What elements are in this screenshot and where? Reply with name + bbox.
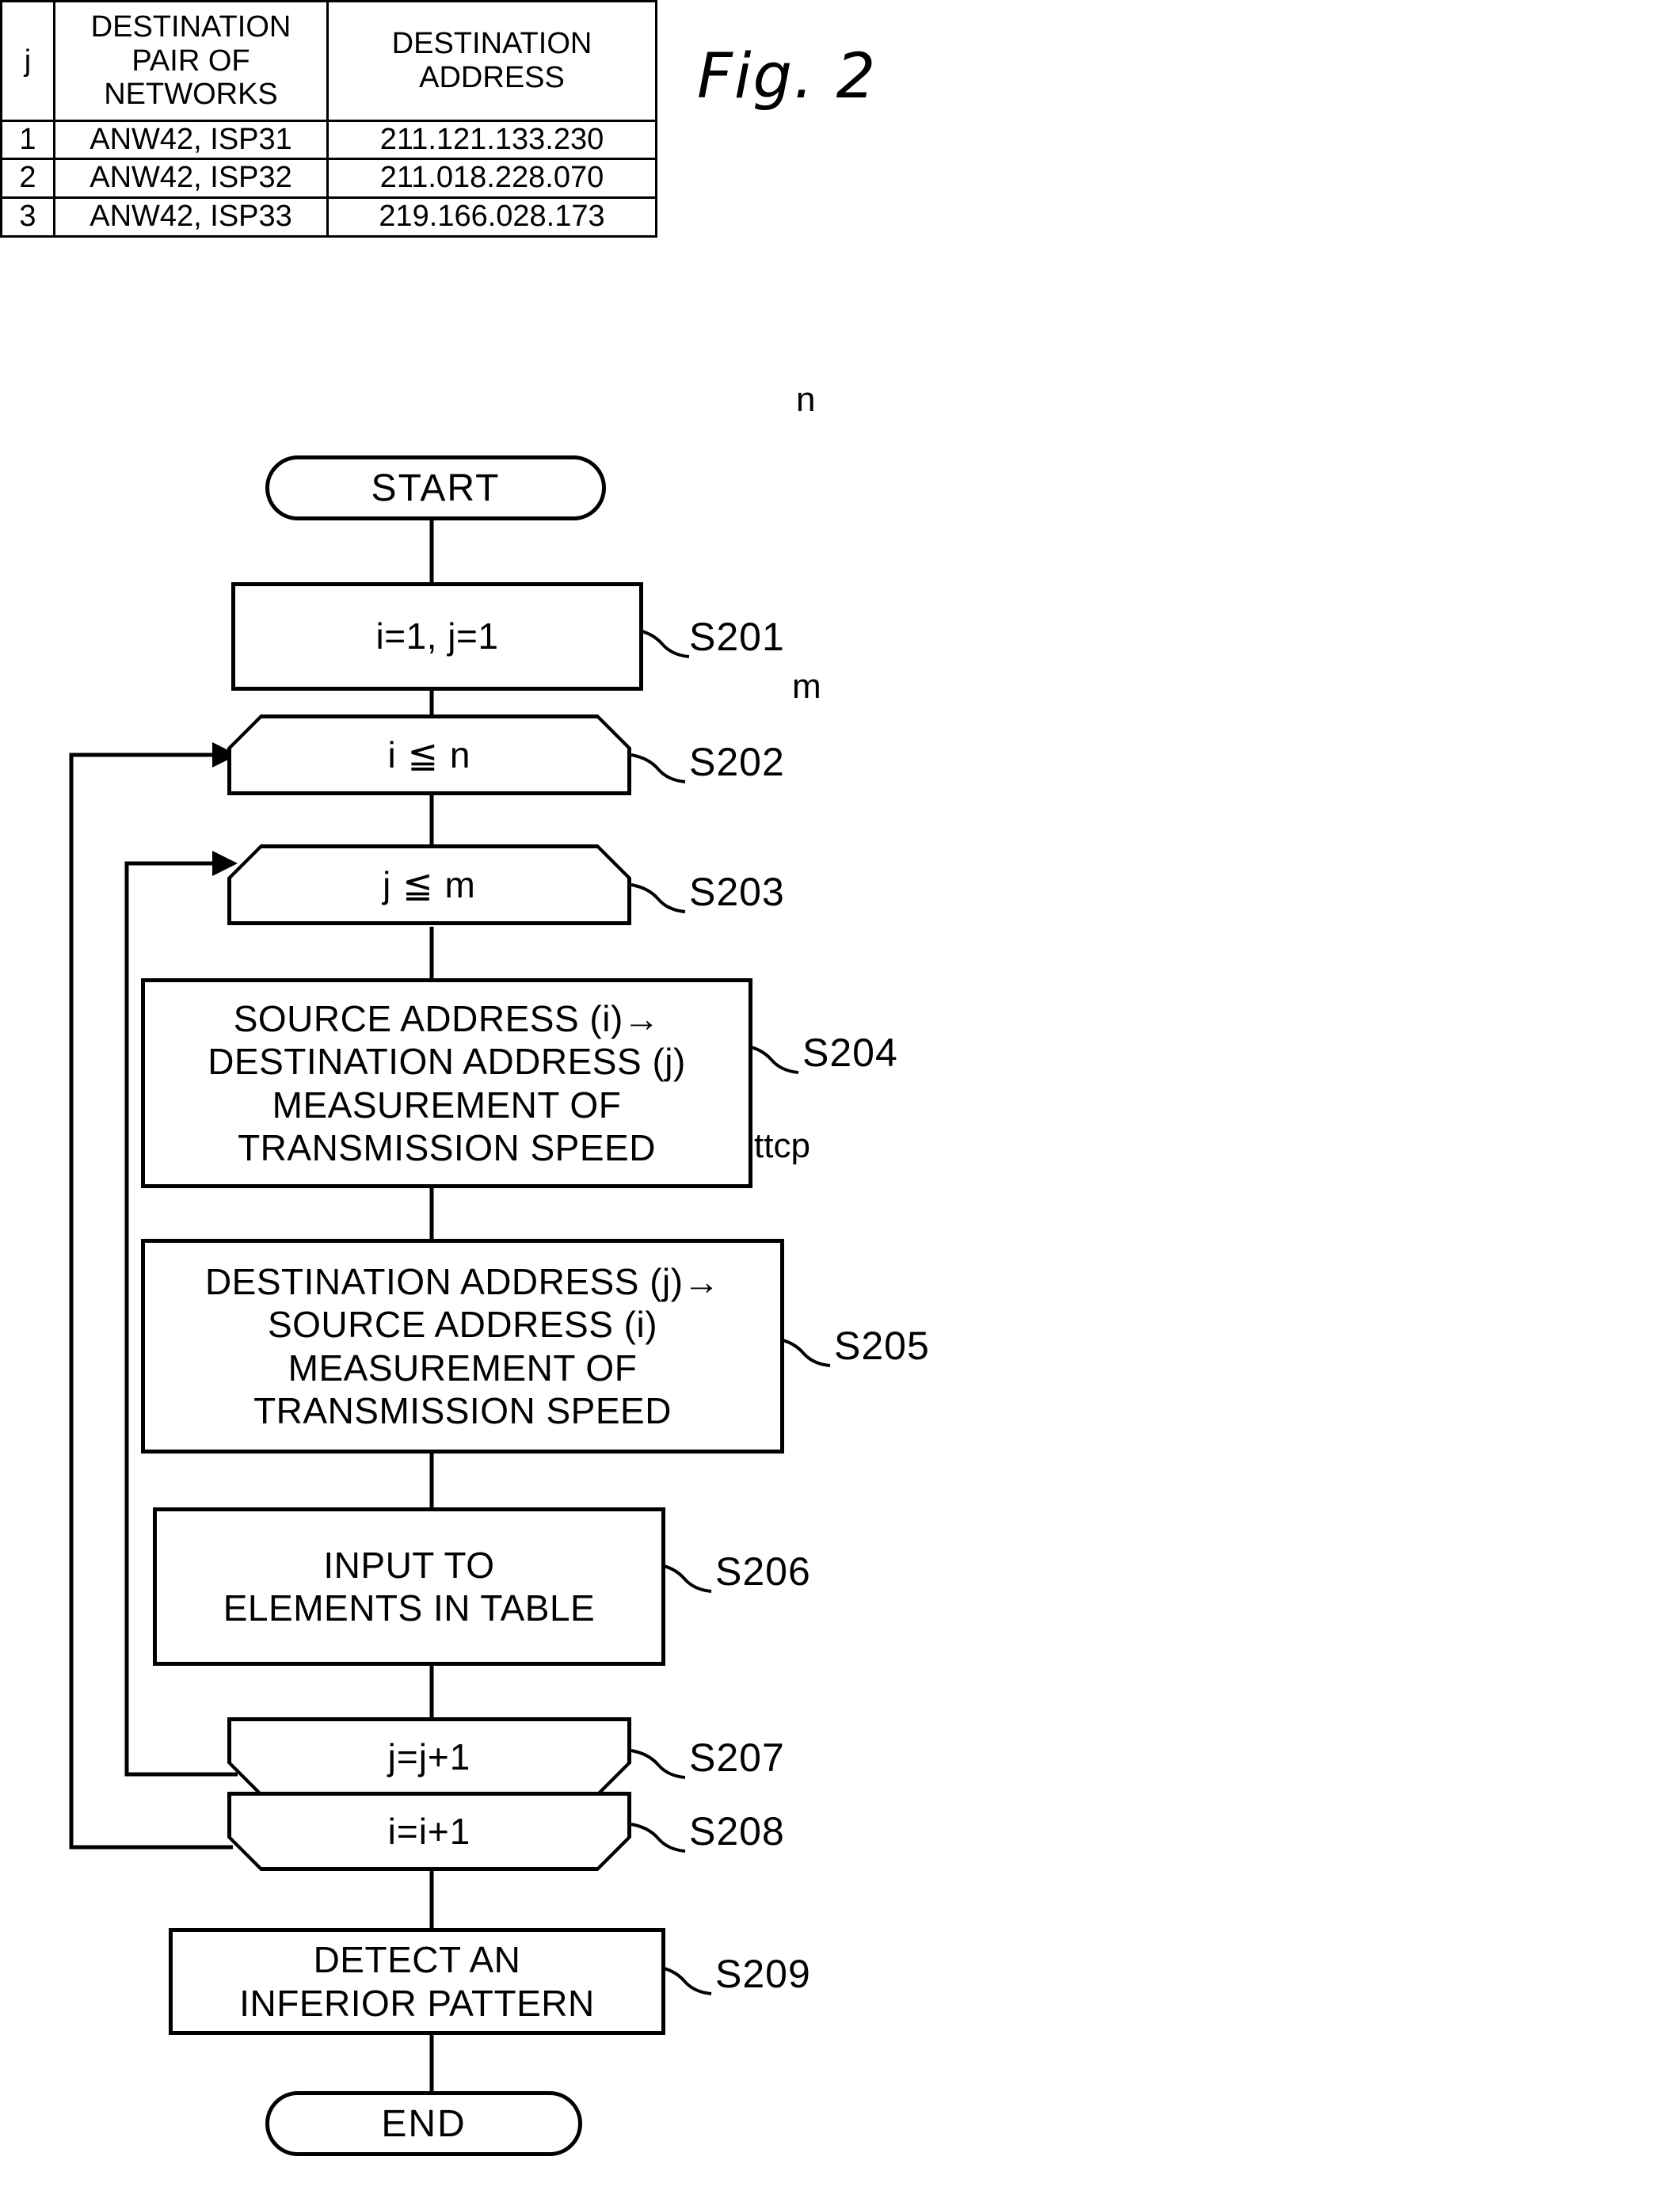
flow-step-s205-line4: TRANSMISSION SPEED — [253, 1389, 672, 1431]
flow-step-s207: j=j+1 — [227, 1717, 631, 1796]
flow-step-s204-line1: SOURCE ADDRESS (i)→ — [233, 997, 661, 1039]
cell-address: 211.018.228.070 — [326, 158, 657, 200]
table-row: 3 ANW42, ISP33 219.166.028.173 — [0, 196, 657, 238]
step-tag-s207: S207 — [689, 1736, 785, 1780]
destination-header-address-line1: DESTINATION — [391, 27, 592, 61]
flow-step-s206-line2: ELEMENTS IN TABLE — [223, 1587, 596, 1629]
flow-step-s203-text: j ≦ m — [383, 864, 476, 905]
flow-step-s205-line1: DESTINATION ADDRESS (j)→ — [204, 1260, 721, 1302]
flow-end-terminator: END — [265, 2091, 582, 2156]
destination-header-address-line2: ADDRESS — [419, 60, 565, 94]
table-row: 2 ANW42, ISP32 211.018.228.070 — [0, 158, 657, 200]
flow-step-s204: SOURCE ADDRESS (i)→ DESTINATION ADDRESS … — [141, 978, 752, 1188]
destination-header-pair-line1: DESTINATION — [90, 10, 291, 44]
flow-step-s205: DESTINATION ADDRESS (j)→ SOURCE ADDRESS … — [141, 1239, 784, 1454]
cell-address: 219.166.028.173 — [326, 196, 657, 238]
flow-step-s209-line1: DETECT AN — [313, 1939, 521, 1981]
flow-step-s204-line4: TRANSMISSION SPEED — [238, 1126, 656, 1168]
flow-start-label: START — [371, 467, 501, 509]
flow-step-s208-text: i=i+1 — [387, 1811, 471, 1852]
flow-step-s206-line1: INPUT TO — [323, 1544, 495, 1586]
step-tag-s204: S204 — [802, 1031, 898, 1075]
destination-header-pair-line2: PAIR OF — [131, 44, 250, 78]
destination-header-index: j — [0, 0, 55, 122]
table-row: 1 ANW42, ISP31 211.121.133.230 — [0, 119, 657, 161]
flow-step-s202: i ≦ n — [227, 714, 631, 795]
cell-pair: ANW42, ISP31 — [53, 119, 329, 161]
destination-header-address: DESTINATION ADDRESS — [326, 0, 657, 122]
flow-start-terminator: START — [265, 455, 606, 520]
flow-step-s203: j ≦ m — [227, 844, 631, 925]
cell-index: 2 — [0, 158, 55, 200]
flow-step-s202-text: i ≦ n — [387, 734, 471, 775]
flow-step-s206: INPUT TO ELEMENTS IN TABLE — [153, 1507, 665, 1666]
flow-step-s209: DETECT AN INFERIOR PATTERN — [169, 1928, 665, 2035]
flow-end-label: END — [381, 2102, 467, 2145]
patent-figure-page: Fig. 2 i SOURCE PAIR OF NETWORKS SOURCE … — [0, 0, 1680, 2187]
cell-pair: ANW42, ISP33 — [53, 196, 329, 238]
step-tag-s205: S205 — [834, 1324, 930, 1368]
cell-index: 3 — [0, 196, 55, 238]
flow-step-s207-text: j=j+1 — [387, 1736, 471, 1777]
step-tag-s208: S208 — [689, 1809, 785, 1854]
flow-step-s205-line2: SOURCE ADDRESS (i) — [267, 1304, 658, 1346]
step-tag-s201: S201 — [689, 615, 785, 659]
destination-header-pair-line3: NETWORKS — [104, 78, 278, 112]
step-tag-s206: S206 — [715, 1549, 811, 1594]
flow-step-s204-line3: MEASUREMENT OF — [272, 1084, 622, 1126]
destination-header-pair: DESTINATION PAIR OF NETWORKS — [53, 0, 329, 122]
figure-title: Fig. 2 — [697, 41, 878, 112]
flow-step-s205-line3: MEASUREMENT OF — [288, 1347, 638, 1389]
cell-index: 1 — [0, 119, 55, 161]
flow-step-s209-line2: INFERIOR PATTERN — [239, 1982, 595, 2024]
cell-pair: ANW42, ISP32 — [53, 158, 329, 200]
flow-step-s201: i=1, j=1 — [231, 582, 643, 691]
flow-step-s201-text: i=1, j=1 — [375, 615, 499, 657]
destination-table: j DESTINATION PAIR OF NETWORKS DESTINATI… — [0, 0, 657, 238]
step-tag-s202: S202 — [689, 740, 785, 784]
source-table-count-label: n — [796, 380, 816, 419]
destination-table-count-label: m — [792, 667, 821, 706]
table-header-row: j DESTINATION PAIR OF NETWORKS DESTINATI… — [0, 0, 657, 122]
step-tag-s203: S203 — [689, 870, 785, 914]
step-tag-s209: S209 — [715, 1952, 811, 1996]
flow-step-s208: i=i+1 — [227, 1792, 631, 1871]
flow-step-s204-line2: DESTINATION ADDRESS (j) — [208, 1041, 686, 1083]
annotation-ttcp: ttcp — [754, 1126, 810, 1165]
cell-address: 211.121.133.230 — [326, 119, 657, 161]
